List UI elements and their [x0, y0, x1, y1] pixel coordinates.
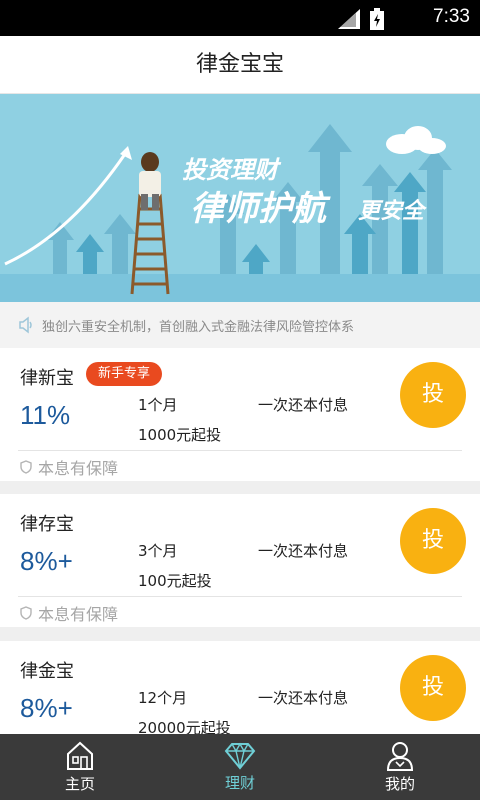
banner-illustration: 投资理财 律师护航 更安全 [0, 94, 480, 302]
guarantee-row: 本息有保障 [20, 600, 118, 626]
guarantee-text: 本息有保障 [38, 459, 119, 478]
home-icon [67, 741, 93, 770]
product-repayment-method: 一次还本付息 [258, 542, 349, 560]
product-term: 1个月 [138, 396, 178, 414]
bottom-tab-bar: 主页 理财 我的 [0, 734, 480, 800]
guarantee-row: 本息有保障 [20, 454, 118, 480]
divider [18, 596, 462, 597]
new-user-badge: 新手专享 [86, 362, 163, 386]
product-name: 律金宝 [20, 661, 74, 682]
battery-icon [370, 8, 384, 30]
speaker-icon [19, 316, 32, 334]
product-card-lvxinbao[interactable]: 律新宝 新手专享 11% 1个月 1000元起投 一次还本付息 投 本息有保障 [0, 348, 480, 481]
tab-label: 主页 [64, 774, 95, 793]
product-term: 12个月 [138, 689, 188, 707]
product-name: 律存宝 [20, 514, 74, 535]
product-term: 3个月 [138, 542, 178, 560]
shield-icon [20, 460, 32, 474]
banner-line3: 更安全 [358, 198, 427, 224]
product-min-investment: 20000元起投 [138, 719, 231, 734]
product-min-investment: 1000元起投 [138, 426, 222, 444]
product-rate: 8%+ [20, 693, 73, 723]
product-repayment-method: 一次还本付息 [258, 396, 349, 414]
divider [18, 450, 462, 451]
tab-home[interactable]: 主页 [0, 734, 160, 800]
tab-finance[interactable]: 理财 [160, 734, 320, 800]
product-repayment-method: 一次还本付息 [258, 689, 349, 707]
invest-button[interactable]: 投 [400, 362, 466, 428]
product-card-lvjinbao[interactable]: 律金宝 8%+ 12个月 20000元起投 一次还本付息 投 [0, 641, 480, 734]
shield-icon [20, 606, 32, 620]
tab-label: 理财 [224, 773, 255, 792]
guarantee-text: 本息有保障 [38, 605, 119, 624]
banner-line2: 律师护航 [190, 189, 331, 229]
diamond-icon [224, 742, 256, 770]
product-min-investment: 100元起投 [138, 572, 212, 590]
status-icons [338, 8, 384, 30]
signal-icon [338, 9, 360, 29]
notice-text: 独创六重安全机制，首创融入式金融法律风险管控体系 [42, 319, 355, 335]
product-name: 律新宝 [20, 368, 74, 389]
product-card-lvcunbao[interactable]: 律存宝 8%+ 3个月 100元起投 一次还本付息 投 本息有保障 [0, 494, 480, 627]
status-time: 7:33 [433, 6, 470, 27]
tab-label: 我的 [384, 774, 415, 793]
invest-button[interactable]: 投 [400, 655, 466, 721]
tab-mine[interactable]: 我的 [320, 734, 480, 800]
banner-line1: 投资理财 [182, 155, 282, 184]
user-icon [386, 741, 414, 771]
product-rate: 8%+ [20, 546, 73, 576]
invest-button[interactable]: 投 [400, 508, 466, 574]
status-bar: 7:33 [0, 0, 480, 36]
notice-bar[interactable]: 独创六重安全机制，首创融入式金融法律风险管控体系 [0, 302, 480, 348]
promo-banner[interactable]: 投资理财 律师护航 更安全 [0, 94, 480, 302]
page-title: 律金宝宝 [0, 36, 480, 94]
product-rate: 11% [20, 400, 71, 430]
